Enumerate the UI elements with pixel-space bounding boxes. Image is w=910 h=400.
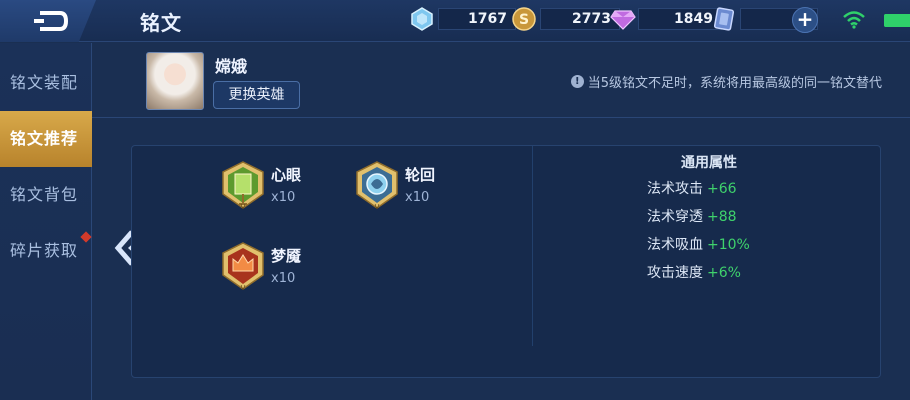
top-bar: 铭文 1767 S 2773 1849 + — [0, 0, 910, 42]
attribute-value: +88 — [707, 209, 737, 225]
sidebar-item-rune-equip[interactable]: 铭文装配 — [0, 55, 92, 111]
sidebar-item-label: 铭文推荐 — [10, 129, 79, 148]
sidebar-item-label: 铭文装配 — [10, 73, 79, 92]
attribute-key: 攻击速度 — [647, 265, 703, 281]
attribute-key: 法术穿透 — [647, 209, 703, 225]
add-currency-button[interactable]: + — [792, 7, 818, 33]
sidebar-item-label: 碎片获取 — [10, 241, 79, 260]
sidebar: 铭文装配 铭文推荐 铭文背包 碎片获取 — [0, 43, 92, 400]
diamond-counter: 1767 — [410, 7, 516, 31]
attribute-row: 攻击速度 +6% — [647, 262, 741, 282]
attribute-value: +10% — [707, 237, 750, 253]
rune-name: 轮回 — [405, 166, 436, 184]
rune-count: x10 — [271, 271, 296, 286]
alert-badge — [80, 231, 92, 243]
hero-name: 嫦娥 — [215, 57, 248, 76]
green-rune-icon: V — [219, 160, 267, 212]
gem-counter: 1849 — [610, 8, 722, 30]
attribute-title: 通用属性 — [681, 155, 737, 171]
hero-header: 嫦娥 更换英雄 ! 当5级铭文不足时，系统将用最高级的同一铭文替代 — [92, 43, 910, 118]
diamond-count: 1767 — [438, 8, 516, 30]
gem-count: 1849 — [638, 8, 722, 30]
svg-text:S: S — [519, 12, 529, 28]
attribute-panel: 通用属性 法术攻击 +66 法术穿透 +88 法术吸血 +10% 攻击速度 +6% — [532, 146, 882, 346]
rune-name: 梦魇 — [271, 247, 302, 265]
back-button[interactable] — [0, 0, 96, 42]
coin-icon: S — [512, 7, 536, 31]
red-rune-icon: V — [219, 241, 267, 293]
attribute-row: 法术吸血 +10% — [647, 234, 750, 254]
rune-name: 心眼 — [271, 166, 302, 184]
rune-count: x10 — [405, 190, 430, 205]
sidebar-item-rune-bag[interactable]: 铭文背包 — [0, 167, 92, 223]
svg-text:V: V — [241, 203, 246, 211]
attribute-value: +66 — [707, 181, 737, 197]
change-hero-button[interactable]: 更换英雄 — [213, 81, 300, 109]
attribute-row: 法术攻击 +66 — [647, 178, 737, 198]
page-title: 铭文 — [140, 11, 182, 35]
attribute-value: +6% — [707, 265, 741, 281]
svg-text:V: V — [375, 203, 380, 211]
sidebar-item-label: 铭文背包 — [10, 185, 79, 204]
sidebar-item-rune-recommend[interactable]: 铭文推荐 — [0, 111, 92, 167]
attribute-key: 法术攻击 — [647, 181, 703, 197]
battery-icon — [884, 14, 910, 27]
hint-text: ! 当5级铭文不足时，系统将用最高级的同一铭文替代 — [570, 72, 882, 91]
hint-label: 当5级铭文不足时，系统将用最高级的同一铭文替代 — [587, 76, 882, 91]
diamond-icon — [410, 7, 434, 31]
info-icon: ! — [570, 75, 584, 88]
rune-recommend-panel: V 心眼 x10 V 轮回 x10 V 梦魇 x10 通用属性 法术攻击 +66… — [131, 145, 881, 378]
ticket-icon — [712, 7, 736, 31]
rune-screen: 铭文 1767 S 2773 1849 + 铭文装配 铭文推荐 铭文背包 碎片获… — [0, 0, 910, 400]
svg-text:V: V — [241, 284, 246, 292]
back-arrow-icon — [34, 11, 69, 31]
hero-avatar — [146, 52, 204, 110]
sidebar-item-shard-obtain[interactable]: 碎片获取 — [0, 223, 92, 279]
coin-count: 2773 — [540, 8, 620, 30]
rune-count: x10 — [271, 190, 296, 205]
gem-icon — [610, 7, 636, 31]
attribute-row: 法术穿透 +88 — [647, 206, 737, 226]
coin-counter: S 2773 — [512, 7, 620, 31]
attribute-key: 法术吸血 — [647, 237, 703, 253]
wifi-icon — [843, 11, 865, 33]
blue-rune-icon: V — [353, 160, 401, 212]
